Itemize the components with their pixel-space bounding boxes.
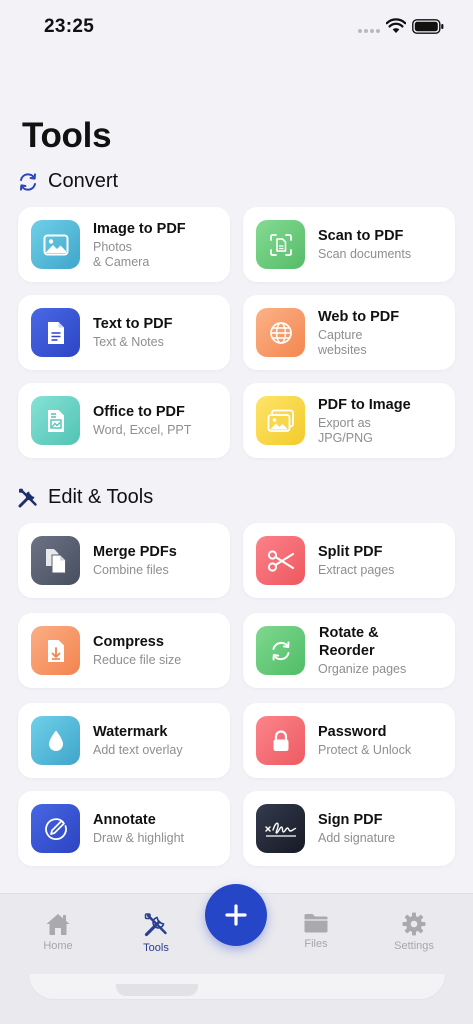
tool-card-compress[interactable]: Compress Reduce file size (18, 613, 230, 688)
card-title: Web to PDF (318, 308, 400, 325)
tab-files[interactable]: Files (276, 912, 356, 950)
card-title: Annotate (93, 812, 156, 828)
card-subtitle: Organize pages (318, 662, 407, 676)
card-subtitle: Extract pages (318, 563, 395, 577)
gear-icon (402, 912, 426, 936)
text-document-icon (31, 308, 80, 357)
tool-card-sign-pdf[interactable]: Sign PDF Add signature (243, 791, 455, 866)
tab-label-files: Files (304, 938, 328, 950)
lock-icon (256, 716, 305, 765)
section-title-edit-tools: Edit & Tools (48, 486, 154, 508)
card-title: Rotate & Reorder (319, 625, 379, 659)
tool-card-web-to-pdf[interactable]: Web to PDF Capture websites (243, 295, 455, 370)
home-bar-background (28, 974, 446, 1000)
card-subtitle: Text & Notes (93, 335, 164, 349)
home-indicator (116, 984, 198, 996)
compress-document-icon (31, 626, 80, 675)
battery-icon (412, 19, 444, 34)
refresh-icon (17, 171, 39, 193)
section-header-edit-tools: Edit & Tools (17, 486, 153, 509)
tool-card-password[interactable]: Password Protect & Unlock (243, 703, 455, 778)
card-title: Watermark (93, 724, 168, 740)
globe-icon (256, 308, 305, 357)
water-drop-icon (31, 716, 80, 765)
card-title: PDF to Image (318, 396, 411, 413)
tool-card-pdf-to-image[interactable]: PDF to Image Export as JPG/PNG (243, 383, 455, 458)
tool-card-rotate-reorder[interactable]: Rotate & Reorder Organize pages (243, 613, 455, 688)
status-time: 23:25 (44, 16, 95, 37)
image-icon (31, 220, 80, 269)
pencil-circle-icon (31, 804, 80, 853)
office-document-icon (31, 396, 80, 445)
house-icon (46, 914, 70, 935)
wifi-icon (386, 18, 406, 33)
card-subtitle: Export as JPG/PNG (318, 415, 373, 445)
tab-home[interactable]: Home (18, 912, 98, 952)
tools-icon (144, 913, 167, 937)
card-title: Sign PDF (318, 812, 383, 828)
card-title: Merge PDFs (93, 544, 177, 560)
plus-icon (225, 904, 247, 926)
cellular-signal-icon (358, 29, 380, 33)
tool-card-split-pdf[interactable]: Split PDF Extract pages (243, 523, 455, 598)
card-title: Compress (93, 634, 164, 650)
images-icon (256, 396, 305, 445)
scissors-icon (256, 536, 305, 585)
signature-icon (256, 804, 305, 853)
card-title: Password (318, 724, 387, 740)
tool-card-office-to-pdf[interactable]: Office to PDF Word, Excel, PPT (18, 383, 230, 458)
tab-settings[interactable]: Settings (374, 912, 454, 952)
card-subtitle: Photos & Camera (93, 239, 150, 269)
card-subtitle: Scan documents (318, 247, 412, 261)
section-title-convert: Convert (48, 170, 119, 192)
card-subtitle: Reduce file size (93, 653, 182, 667)
tab-label-home: Home (43, 940, 73, 952)
merge-documents-icon (31, 536, 80, 585)
tab-tools[interactable]: Tools (116, 912, 196, 954)
card-subtitle: Draw & highlight (93, 831, 185, 845)
card-subtitle: Add signature (318, 831, 396, 845)
card-title: Scan to PDF (318, 228, 404, 244)
tool-card-watermark[interactable]: Watermark Add text overlay (18, 703, 230, 778)
tool-card-text-to-pdf[interactable]: Text to PDF Text & Notes (18, 295, 230, 370)
card-title: Split PDF (318, 544, 383, 560)
card-subtitle: Capture websites (318, 327, 367, 357)
card-subtitle: Combine files (93, 563, 169, 577)
rotate-icon (256, 626, 305, 675)
card-title: Image to PDF (93, 220, 186, 237)
tool-card-image-to-pdf[interactable]: Image to PDF Photos & Camera (18, 207, 230, 282)
tab-label-tools: Tools (143, 942, 169, 954)
tool-card-scan-to-pdf[interactable]: Scan to PDF Scan documents (243, 207, 455, 282)
card-subtitle: Word, Excel, PPT (93, 423, 192, 437)
add-button[interactable] (205, 884, 267, 946)
tool-card-annotate[interactable]: Annotate Draw & highlight (18, 791, 230, 866)
status-bar: 23:25 (0, 0, 473, 54)
card-title: Office to PDF (93, 404, 185, 420)
card-subtitle: Protect & Unlock (318, 743, 412, 757)
tool-card-merge-pdfs[interactable]: Merge PDFs Combine files (18, 523, 230, 598)
scan-document-icon (256, 220, 305, 269)
tools-screen: 23:25 Tools Convert Image to PDF Photos … (0, 0, 473, 1024)
folder-icon (304, 914, 328, 933)
card-subtitle: Add text overlay (93, 743, 183, 757)
page-title: Tools (22, 116, 112, 155)
section-header-convert: Convert (17, 170, 118, 193)
tools-icon (17, 487, 39, 509)
tab-label-settings: Settings (394, 940, 434, 952)
card-title: Text to PDF (93, 316, 173, 332)
